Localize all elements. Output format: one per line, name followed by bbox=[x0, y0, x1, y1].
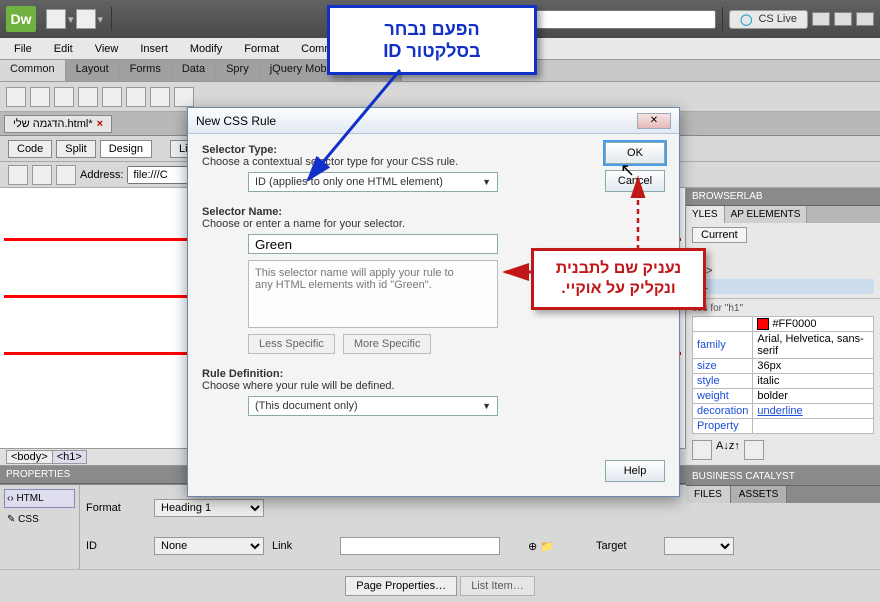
insert-icon[interactable] bbox=[126, 87, 146, 107]
list-item-button: List Item… bbox=[460, 576, 535, 596]
selector-name-label: Selector Name: bbox=[202, 206, 282, 218]
target-select[interactable] bbox=[664, 537, 734, 555]
menu-view[interactable]: View bbox=[85, 41, 129, 57]
rule-definition-select[interactable]: (This document only) ▼ bbox=[248, 396, 498, 416]
ok-button[interactable]: OK bbox=[605, 142, 665, 164]
insert-icon[interactable] bbox=[78, 87, 98, 107]
menu-edit[interactable]: Edit bbox=[44, 41, 83, 57]
selector-name-input[interactable] bbox=[248, 234, 498, 254]
css-styles-tab[interactable]: YLES bbox=[686, 206, 725, 223]
menu-modify[interactable]: Modify bbox=[180, 41, 232, 57]
selector-name-hint: Choose or enter a name for your selector… bbox=[202, 218, 405, 230]
css-mode-button[interactable]: ✎ CSS bbox=[4, 510, 75, 529]
format-label: Format bbox=[86, 502, 146, 514]
menu-insert[interactable]: Insert bbox=[130, 41, 178, 57]
tag-body[interactable]: <body> bbox=[6, 450, 53, 464]
tab-layout[interactable]: Layout bbox=[66, 60, 120, 81]
nav-fwd-icon[interactable] bbox=[32, 165, 52, 185]
css-rules-tree[interactable]: es yle> -h1 bbox=[692, 249, 874, 294]
selector-type-label: Selector Type: bbox=[202, 144, 277, 156]
toggle-icon[interactable] bbox=[744, 440, 764, 460]
close-window-icon[interactable] bbox=[856, 12, 874, 26]
add-property-icon[interactable] bbox=[692, 440, 712, 460]
css-properties-table[interactable]: #FF0000 familyArial, Helvetica, sans-ser… bbox=[692, 316, 874, 434]
current-button[interactable]: Current bbox=[692, 227, 747, 243]
cslive-icon: ◯ bbox=[740, 13, 752, 26]
cancel-button[interactable]: Cancel bbox=[605, 170, 665, 192]
tag-h1[interactable]: <h1> bbox=[52, 450, 87, 464]
properties-btnrow: Page Properties… List Item… bbox=[0, 569, 880, 602]
document-tab-label: הדגמה שלי.html* bbox=[13, 118, 93, 130]
right-panel: BROWSERLAB YLES AP ELEMENTS Current es y… bbox=[685, 188, 880, 448]
restore-window-icon[interactable] bbox=[834, 12, 852, 26]
browserlab-panel-header[interactable]: BROWSERLAB bbox=[686, 188, 880, 206]
nav-back-icon[interactable] bbox=[8, 165, 28, 185]
tab-spry[interactable]: Spry bbox=[216, 60, 260, 81]
chevron-down-icon: ▼ bbox=[482, 401, 491, 411]
selector-description: This selector name will apply your rule … bbox=[248, 260, 498, 328]
target-label: Target bbox=[596, 540, 656, 552]
cslive-label: CS Live bbox=[758, 13, 797, 25]
extension-menu-icon[interactable] bbox=[76, 9, 96, 29]
menu-format[interactable]: Format bbox=[234, 41, 289, 57]
split-view-button[interactable]: Split bbox=[56, 140, 95, 158]
insert-icon[interactable] bbox=[6, 87, 26, 107]
menu-file[interactable]: File bbox=[4, 41, 42, 57]
page-properties-button[interactable]: Page Properties… bbox=[345, 576, 457, 596]
callout-red: נעניק שם לתבנית ונקליק על אוקיי. bbox=[531, 248, 706, 310]
code-view-button[interactable]: Code bbox=[8, 140, 52, 158]
insert-icon[interactable] bbox=[30, 87, 50, 107]
tab-data[interactable]: Data bbox=[172, 60, 216, 81]
layout-menu-icon[interactable] bbox=[46, 9, 66, 29]
rule-definition-hint: Choose where your rule will be defined. bbox=[202, 380, 395, 392]
ap-elements-tab[interactable]: AP ELEMENTS bbox=[725, 206, 808, 223]
chevron-down-icon: ▼ bbox=[482, 177, 491, 187]
callout-blue: הפעם נבחר בסלקטור ID bbox=[327, 5, 537, 75]
selector-type-hint: Choose a contextual selector type for yo… bbox=[202, 156, 458, 168]
address-label: Address: bbox=[80, 169, 123, 181]
document-tab[interactable]: הדגמה שלי.html* × bbox=[4, 115, 112, 133]
insert-icon[interactable] bbox=[174, 87, 194, 107]
nav-home-icon[interactable] bbox=[56, 165, 76, 185]
business-catalyst-header[interactable]: BUSINESS CATALYST bbox=[686, 468, 880, 486]
app-logo: Dw bbox=[6, 6, 36, 32]
link-input[interactable] bbox=[340, 537, 500, 555]
html-mode-button[interactable]: ‹› HTML bbox=[4, 489, 75, 508]
format-select[interactable]: Heading 1 bbox=[154, 499, 264, 517]
close-document-icon[interactable]: × bbox=[97, 118, 103, 130]
titlebar-search-input[interactable] bbox=[535, 10, 716, 29]
tab-common[interactable]: Common bbox=[0, 60, 66, 81]
design-view-button[interactable]: Design bbox=[100, 140, 152, 158]
id-label: ID bbox=[86, 540, 146, 552]
dialog-titlebar[interactable]: New CSS Rule ✕ bbox=[188, 108, 679, 134]
help-button[interactable]: Help bbox=[605, 460, 665, 482]
id-select[interactable]: None bbox=[154, 537, 264, 555]
link-label: Link bbox=[272, 540, 332, 552]
insert-icon[interactable] bbox=[150, 87, 170, 107]
insert-icon[interactable] bbox=[54, 87, 74, 107]
cslive-button[interactable]: ◯ CS Live bbox=[729, 10, 808, 29]
more-specific-button: More Specific bbox=[343, 334, 432, 354]
insert-icon[interactable] bbox=[102, 87, 122, 107]
dialog-close-icon[interactable]: ✕ bbox=[637, 113, 671, 129]
less-specific-button: Less Specific bbox=[248, 334, 335, 354]
selector-type-select[interactable]: ID (applies to only one HTML element) ▼ bbox=[248, 172, 498, 192]
dialog-title: New CSS Rule bbox=[196, 114, 276, 128]
tab-forms[interactable]: Forms bbox=[120, 60, 172, 81]
min-window-icon[interactable] bbox=[812, 12, 830, 26]
color-swatch[interactable] bbox=[757, 318, 769, 330]
properties-for-label: ties for "h1" bbox=[692, 303, 874, 314]
rule-definition-label: Rule Definition: bbox=[202, 368, 283, 380]
